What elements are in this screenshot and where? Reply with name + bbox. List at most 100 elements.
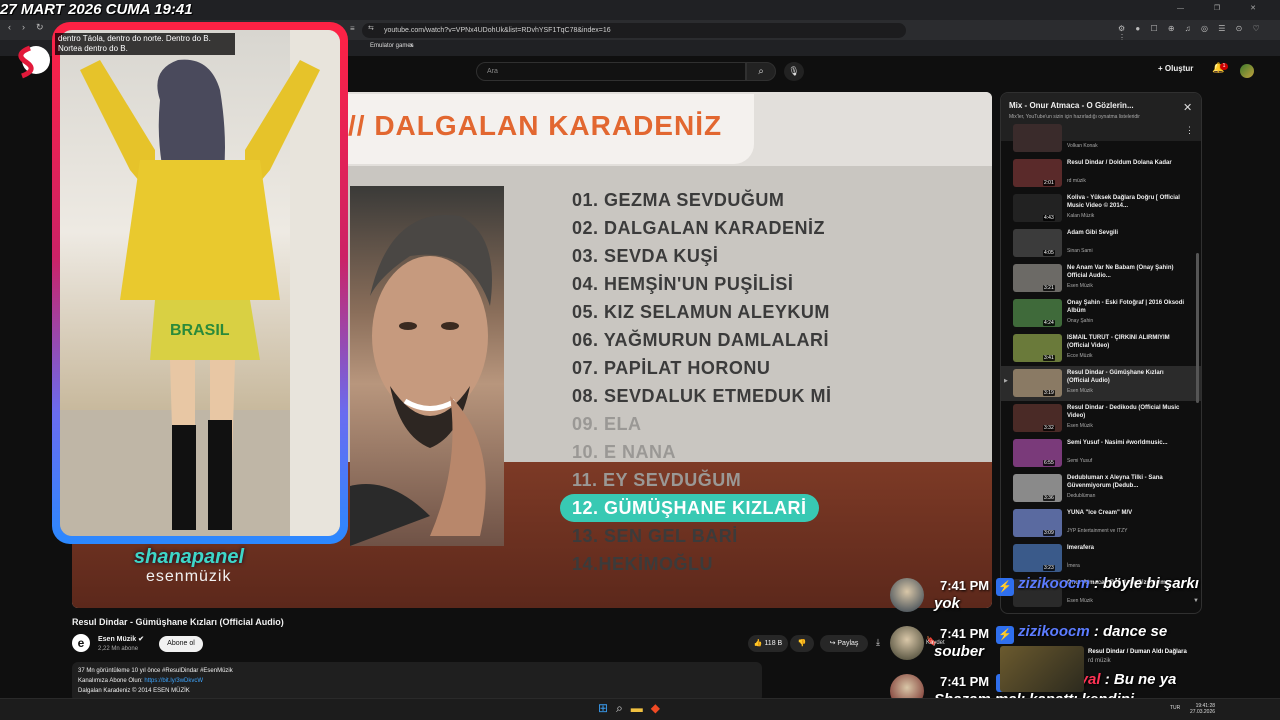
account-avatar[interactable] [1240, 64, 1254, 78]
chat-time: 7:41 PM [940, 674, 990, 689]
track-item: 02. DALGALAN KARADENİZ [572, 214, 972, 242]
track-title: 02. DALGALAN KARADENİZ [572, 218, 826, 238]
playlist-item-duration: 2:01 [1043, 180, 1055, 186]
playlist-item-channel: Onay Şahin [1067, 318, 1094, 324]
playlist-item[interactable]: 2:01 Resul Dindar / Doldum Dolana Kadar rd… [1001, 156, 1201, 191]
forward-icon[interactable]: › [22, 22, 25, 32]
playlist-item-channel: Esen Müzik [1067, 423, 1093, 429]
start-icon[interactable]: ⊞ [598, 701, 616, 715]
track-item: 10. E NANA [572, 438, 972, 466]
dislike-button[interactable]: 👎 [790, 635, 814, 652]
playlist-item-channel: Esen Müzik [1067, 283, 1093, 289]
camera-subtitle: dentro Táola, dentro do norte. Dentro do… [55, 33, 235, 55]
window-controls[interactable]: — ❐ ✕ [1177, 4, 1270, 12]
playlist-item-channel: Esen Müzik [1067, 388, 1093, 394]
like-count: 118 B [764, 640, 783, 647]
now-playing-icon: ▶ [1004, 378, 1008, 384]
tray-clock[interactable]: 19:41:28 27.03.2026 [1190, 703, 1215, 715]
playlist-item-duration: 4:05 [1043, 250, 1055, 256]
description-subscribe-line: Kanalımıza Abone Olun: https://bit.ly/3w… [78, 676, 756, 686]
scroll-down-icon[interactable]: ▼ [1193, 598, 1199, 604]
video-description[interactable]: 37 Mn görüntüleme 10 yıl önce #ResulDind… [72, 662, 762, 702]
playlist-items: Volkan Konak 2:01 Resul Dindar / Doldum Do… [1001, 124, 1201, 613]
like-button[interactable]: 👍 118 B [748, 635, 788, 652]
back-icon[interactable]: ‹ [8, 22, 11, 32]
tray-language[interactable]: TUR [1170, 705, 1180, 711]
artist-portrait [350, 186, 504, 546]
create-button[interactable]: + Oluştur [1158, 64, 1193, 73]
mic-icon: 🎙 [788, 66, 800, 76]
browser-icon[interactable]: ◆ [651, 701, 668, 715]
search-input[interactable]: Ara [476, 62, 746, 81]
chat-message: : Bu ne ya [1100, 671, 1177, 688]
reload-icon[interactable]: ↻ [36, 22, 44, 33]
search-button[interactable]: ⌕ [746, 62, 776, 81]
playlist-item-duration: 4:43 [1043, 215, 1055, 221]
track-item: 01. GEZMA SEVDUĞUM [572, 186, 972, 214]
track-title: 05. KIZ SELAMUN ALEYKUM [572, 302, 830, 322]
bookmark-emulator-games[interactable]: Emulator games [370, 43, 414, 49]
description-stats: 37 Mn görüntüleme 10 yıl önce #ResulDind… [78, 668, 233, 674]
chat-badge-icon: ⚡ [996, 626, 1014, 644]
playlist-item-title: İSMAİL TÜRÜT - ÇİRKİNİ ALIRMIYIM (Offici… [1067, 335, 1170, 349]
playlist-item[interactable]: 4:43 Koliva - Yüksek Dağlara Doğru [ Offi… [1001, 191, 1201, 226]
track-title: 11. EY SEVDUĞUM [572, 470, 742, 490]
playlist-item[interactable]: 3:21 Ne Anam Var Ne Babam (Onay Şahin) Of… [1001, 261, 1201, 296]
track-title: 09. ELA [572, 414, 642, 434]
playlist-item-title: İmerafera [1067, 545, 1095, 551]
verified-icon: ✔ [138, 636, 144, 643]
channel-name-text: Esen Müzik [98, 636, 137, 643]
playlist-title[interactable]: Mix - Onur Atmaca - O Gözlerin... [1009, 101, 1134, 110]
share-button[interactable]: ↪ Paylaş [820, 635, 868, 652]
playlist-item[interactable]: 4:05 Adam Gibi Sevgili Sinan Sami [1001, 226, 1201, 261]
playlist-item[interactable]: 3:23 İmerafera İmera [1001, 541, 1201, 576]
playlist-item[interactable]: 3:09 YUNA "Ice Cream" M/V JYP Entertainmen… [1001, 506, 1201, 541]
playlist-item[interactable]: 6:55 Semi Yusuf - Nasimi #worldmusic... Se… [1001, 436, 1201, 471]
bookmark-x[interactable]: x [410, 43, 413, 49]
playlist-item[interactable]: 3:36 Dedubluman x Aleyna Tilki - Sana Güv… [1001, 471, 1201, 506]
video-title: Resul Dindar - Gümüşhane Kızları (Offici… [72, 617, 284, 627]
track-item: 09. ELA [572, 410, 972, 438]
share-label: Paylaş [837, 640, 859, 647]
voice-search-button[interactable]: 🎙 [784, 62, 804, 81]
popup-title: Resul Dindar / Duman Aldı Dağlara [1088, 649, 1187, 655]
channel-avatar[interactable]: e [72, 634, 90, 652]
address-bar[interactable]: youtube.com/watch?v=VPNx4UDohUk&list=RDv… [362, 23, 906, 38]
playlist-item-title: YUNA "Ice Cream" M/V [1067, 510, 1133, 516]
popup-info: Resul Dindar / Duman Aldı Dağlara rd müz… [1088, 648, 1198, 666]
playlist-item[interactable]: 3:41 İSMAİL TÜRÜT - ÇİRKİNİ ALIRMIYIM (Of… [1001, 331, 1201, 366]
playlist-item[interactable]: ▶ 3:19 Resul Dindar - Gümüşhane Kızları (O… [1001, 366, 1201, 401]
playlist-scrollbar[interactable] [1196, 253, 1199, 403]
menu-icon[interactable]: ≡ [350, 24, 355, 33]
playlist-item[interactable]: Koliva - Oy Oy Sevduğum [ [1001, 611, 1201, 613]
folder-icon[interactable]: ▬ [631, 701, 651, 715]
playlist-item-duration: 3:09 [1043, 530, 1055, 536]
download-icon[interactable]: ⤓ [876, 637, 880, 648]
track-item: 03. SEVDA KUŞİ [572, 242, 972, 270]
playlist-item-duration: 4:24 [1043, 320, 1055, 326]
chat-message-continued: souber [934, 643, 985, 660]
playlist-item-title: Resul Dindar / Doldum Dolana Kadar [1067, 160, 1172, 166]
playlist-item[interactable]: 3:32 Resul Dindar - Dedikodu (Official Mu… [1001, 401, 1201, 436]
description-copyright: Dalgalan Karadeniz © 2014 ESEN MÜZİK [78, 688, 190, 694]
playlist-item[interactable]: Volkan Konak [1001, 121, 1201, 156]
track-item: 13. SEN GEL BARİ [572, 522, 972, 550]
playlist-item[interactable]: 4:24 Onay Şahin - Eski Fotoğraf | 2016 Ok… [1001, 296, 1201, 331]
playlist-item-channel: rd müzik [1067, 178, 1086, 184]
channel-name[interactable]: Esen Müzik ✔ [98, 635, 144, 643]
description-link[interactable]: https://bit.ly/3wDkvcW [144, 678, 203, 684]
track-title: 06. YAĞMURUN DAMLALARİ [572, 330, 830, 350]
site-info-icon[interactable]: ⇆ [368, 24, 374, 32]
camera-feed: BRASIL [60, 30, 340, 536]
playlist-item-duration: 3:23 [1043, 565, 1055, 571]
datestamp: 27 MART 2026 CUMA 19:41 [0, 1, 193, 18]
track-title: 10. E NANA [572, 442, 677, 462]
thumbs-up-icon: 👍 [753, 640, 765, 647]
playlist-item-title: Koliva - Yüksek Dağlara Doğru [ Official… [1067, 195, 1180, 209]
close-icon[interactable]: ✕ [1183, 101, 1192, 114]
playlist-item-channel: İmera [1067, 563, 1080, 569]
playlist-item-thumbnail[interactable] [1013, 124, 1062, 152]
subscribe-button[interactable]: Abone ol [159, 636, 203, 652]
search-icon: ⌕ [758, 66, 764, 77]
search-taskbar-icon[interactable]: ⌕ [616, 701, 631, 715]
